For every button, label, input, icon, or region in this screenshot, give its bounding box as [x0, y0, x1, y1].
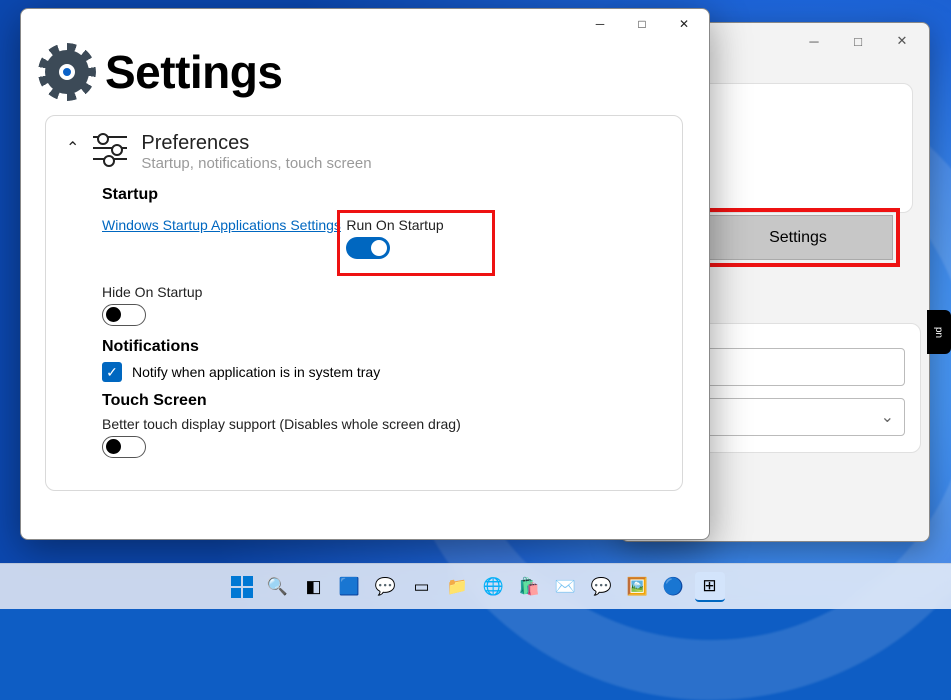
hide-on-startup-toggle[interactable]: [102, 304, 146, 326]
search-icon[interactable]: 🔍: [263, 572, 293, 602]
bg-text-input[interactable]: [705, 348, 905, 386]
edge-icon[interactable]: 🌐: [479, 572, 509, 602]
chrome-icon[interactable]: 🔵: [659, 572, 689, 602]
gear-icon: [45, 50, 89, 94]
mail-icon[interactable]: ✉️: [551, 572, 581, 602]
section-startup: Startup Windows Startup Applications Set…: [66, 186, 662, 458]
taskbar: 🔍 ◧ 🟦 💬 ▭ 📁 🌐 🛍️ ✉️ 💬 🖼️ 🔵 ⊞: [0, 563, 951, 609]
chevron-down-icon: ⌄: [881, 407, 894, 427]
app-icon-1[interactable]: ▭: [407, 572, 437, 602]
run-on-startup-label: Run On Startup: [346, 217, 486, 233]
touch-toggle[interactable]: [102, 436, 146, 458]
chat-icon[interactable]: 💬: [371, 572, 401, 602]
bg-settings-button[interactable]: Settings: [703, 215, 893, 260]
card-header: ⌃ Preferences Startup, notifications, to…: [66, 132, 662, 172]
notify-checkbox[interactable]: ✓: [102, 362, 122, 382]
sliders-icon: [93, 136, 127, 160]
photos-icon[interactable]: 🖼️: [623, 572, 653, 602]
bg-maximize-button[interactable]: □: [839, 27, 877, 55]
preferences-card: ⌃ Preferences Startup, notifications, to…: [45, 115, 683, 491]
collapse-chevron-icon[interactable]: ⌃: [66, 138, 79, 158]
card-subtitle: Startup, notifications, touch screen: [141, 155, 371, 172]
minimize-button[interactable]: ─: [579, 11, 621, 37]
widgets-icon[interactable]: 🟦: [335, 572, 365, 602]
startup-heading: Startup: [102, 186, 662, 204]
startup-apps-link[interactable]: Windows Startup Applications Settings: [102, 217, 341, 233]
bg-dropdown[interactable]: ⌄: [705, 398, 905, 436]
notify-row: ✓ Notify when application is in system t…: [102, 362, 662, 382]
store-icon[interactable]: 🛍️: [515, 572, 545, 602]
bg-minimize-button[interactable]: ─: [795, 27, 833, 55]
file-explorer-icon[interactable]: 📁: [443, 572, 473, 602]
settings-window: ─ □ ✕ Settings ⌃ Preferences Startup, no…: [20, 8, 710, 540]
notifications-heading: Notifications: [102, 338, 662, 356]
maximize-button[interactable]: □: [621, 11, 663, 37]
touch-desc: Better touch display support (Disables w…: [102, 416, 662, 432]
close-button[interactable]: ✕: [663, 11, 705, 37]
bg-close-button[interactable]: ✕: [883, 27, 921, 55]
page-title: Settings: [105, 45, 282, 99]
card-title: Preferences: [141, 132, 371, 155]
messenger-icon[interactable]: 💬: [587, 572, 617, 602]
hide-on-startup-label: Hide On Startup: [102, 284, 662, 300]
current-app-icon[interactable]: ⊞: [695, 572, 725, 602]
run-on-startup-highlight: Run On Startup: [337, 210, 495, 276]
page-header: Settings: [21, 39, 709, 109]
main-titlebar: ─ □ ✕: [21, 9, 709, 39]
side-tag: ud: [927, 310, 951, 354]
run-on-startup-toggle[interactable]: [346, 237, 390, 259]
touch-heading: Touch Screen: [102, 392, 662, 410]
start-button[interactable]: [227, 572, 257, 602]
task-view-icon[interactable]: ◧: [299, 572, 329, 602]
notify-label: Notify when application is in system tra…: [132, 364, 380, 380]
bg-settings-highlight: Settings: [696, 208, 900, 267]
